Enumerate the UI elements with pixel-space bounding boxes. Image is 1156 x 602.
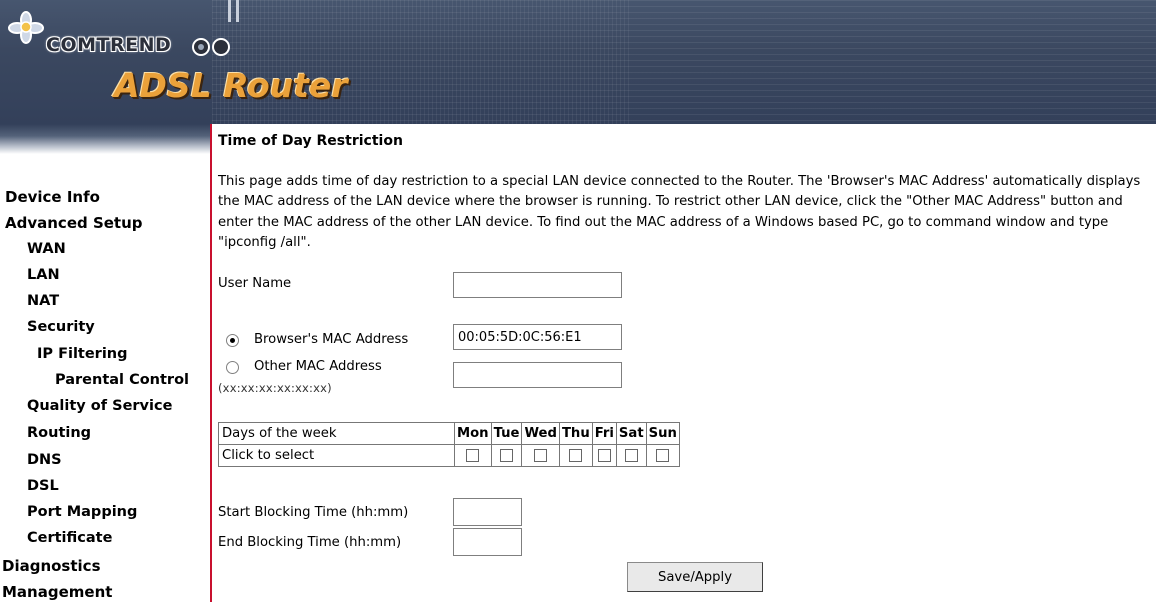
start-time-input[interactable] bbox=[453, 498, 522, 526]
days-header-row: Days of the week Mon Tue Wed Thu Fri Sat… bbox=[218, 422, 680, 445]
day-header-mon: Mon bbox=[454, 422, 492, 445]
day-checkbox-mon[interactable] bbox=[466, 448, 480, 462]
sidebar-nav: Device Info Advanced Setup WAN LAN NAT S… bbox=[0, 124, 212, 602]
start-time-label: Start Blocking Time (hh:mm) bbox=[218, 505, 409, 520]
sidebar-item-parental-control[interactable]: Parental Control bbox=[55, 372, 189, 388]
other-mac-radio[interactable] bbox=[226, 361, 239, 374]
day-header-thu: Thu bbox=[558, 422, 593, 445]
sidebar-item-port-mapping[interactable]: Port Mapping bbox=[27, 504, 137, 520]
sidebar-item-routing[interactable]: Routing bbox=[27, 425, 91, 441]
page-description: This page adds time of day restriction t… bbox=[218, 174, 1141, 250]
banner: COMTREND ADSL Router bbox=[0, 0, 1156, 124]
save-apply-button[interactable]: Save/Apply bbox=[627, 562, 763, 592]
sidebar-item-wan[interactable]: WAN bbox=[27, 241, 66, 257]
sidebar-item-nat[interactable]: NAT bbox=[27, 293, 59, 309]
sidebar-item-management[interactable]: Management bbox=[2, 583, 112, 601]
days-header-label: Days of the week bbox=[218, 422, 455, 445]
browser-mac-field[interactable] bbox=[453, 324, 622, 350]
day-checkbox-sun[interactable] bbox=[656, 448, 670, 462]
day-checkbox-sat[interactable] bbox=[624, 448, 638, 462]
day-checkbox-tue[interactable] bbox=[500, 448, 514, 462]
brand-circles-icon bbox=[192, 38, 230, 56]
sidebar-item-lan[interactable]: LAN bbox=[27, 267, 60, 283]
sidebar-item-dns[interactable]: DNS bbox=[27, 452, 62, 468]
day-checkbox-thu[interactable] bbox=[569, 448, 583, 462]
sidebar-item-advanced-setup[interactable]: Advanced Setup bbox=[5, 214, 143, 232]
end-time-label: End Blocking Time (hh:mm) bbox=[218, 535, 402, 550]
browser-mac-label: Browser's MAC Address bbox=[254, 332, 409, 347]
page-title: Time of Day Restriction bbox=[218, 133, 403, 149]
day-header-sun: Sun bbox=[645, 422, 680, 445]
day-header-wed: Wed bbox=[521, 422, 560, 445]
day-cell-mon bbox=[454, 444, 492, 467]
end-time-input[interactable] bbox=[453, 528, 522, 556]
user-name-input[interactable] bbox=[453, 272, 622, 298]
banner-texture bbox=[212, 0, 632, 124]
brand-name: COMTREND bbox=[46, 34, 172, 56]
sidebar-header-graphic bbox=[0, 124, 210, 154]
sidebar-item-dsl[interactable]: DSL bbox=[27, 478, 59, 494]
product-name: ADSL Router bbox=[114, 66, 348, 105]
sidebar-item-security[interactable]: Security bbox=[27, 319, 95, 335]
day-header-tue: Tue bbox=[490, 422, 523, 445]
banner-bars bbox=[228, 0, 250, 22]
day-cell-fri bbox=[591, 444, 617, 467]
other-mac-format-hint: (xx:xx:xx:xx:xx:xx) bbox=[218, 381, 332, 395]
sidebar-item-certificate[interactable]: Certificate bbox=[27, 530, 112, 546]
user-name-label: User Name bbox=[218, 276, 292, 291]
sidebar-item-quality-of-service[interactable]: Quality of Service bbox=[27, 398, 172, 414]
sidebar-item-ip-filtering[interactable]: IP Filtering bbox=[37, 346, 128, 362]
browser-mac-radio[interactable] bbox=[226, 334, 239, 347]
day-cell-wed bbox=[521, 444, 560, 467]
day-header-fri: Fri bbox=[591, 422, 617, 445]
other-mac-field[interactable] bbox=[453, 362, 622, 388]
day-checkbox-wed[interactable] bbox=[534, 448, 548, 462]
day-cell-tue bbox=[490, 444, 523, 467]
days-select-label: Click to select bbox=[218, 444, 455, 467]
day-cell-thu bbox=[558, 444, 593, 467]
sidebar-item-device-info[interactable]: Device Info bbox=[5, 188, 100, 206]
main-content: Time of Day Restriction This page adds t… bbox=[218, 124, 1156, 602]
day-cell-sun bbox=[645, 444, 680, 467]
other-mac-label: Other MAC Address bbox=[254, 359, 382, 374]
day-cell-sat bbox=[615, 444, 647, 467]
days-select-row: Click to select bbox=[218, 444, 680, 467]
sidebar-item-diagnostics[interactable]: Diagnostics bbox=[2, 557, 101, 575]
day-checkbox-fri[interactable] bbox=[597, 448, 611, 462]
day-header-sat: Sat bbox=[615, 422, 647, 445]
logo-flower-icon bbox=[8, 11, 44, 44]
days-table: Days of the week Mon Tue Wed Thu Fri Sat… bbox=[218, 422, 680, 467]
